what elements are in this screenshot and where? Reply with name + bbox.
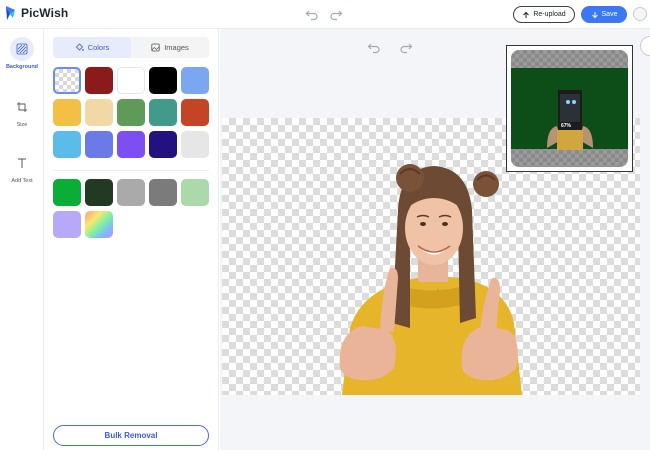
extra-color-swatch-6[interactable] <box>85 211 113 238</box>
extra-color-swatch-5[interactable] <box>53 211 81 238</box>
rail-label-size: Size <box>16 122 28 128</box>
save-button[interactable]: Save <box>581 6 627 23</box>
undo-icon[interactable] <box>305 7 319 21</box>
color-swatch-5[interactable] <box>53 99 81 126</box>
left-rail: Background Size Add Text <box>0 29 44 450</box>
picwish-logo-icon <box>6 6 15 20</box>
tab-images[interactable]: Images <box>131 37 209 58</box>
user-avatar[interactable] <box>633 7 647 21</box>
swatch-divider <box>53 170 209 171</box>
rail-item-background[interactable]: Background <box>0 37 44 70</box>
background-panel: Colors Images Bulk Removal <box>44 29 219 450</box>
panel-collapse-icon[interactable]: ‹ <box>437 287 443 301</box>
color-swatch-7[interactable] <box>117 99 145 126</box>
app-logo[interactable]: PicWish <box>4 5 68 21</box>
tab-colors-label: Colors <box>87 43 110 52</box>
color-swatch-8[interactable] <box>149 99 177 126</box>
bulk-removal-label: Bulk Removal <box>104 431 158 440</box>
background-icon <box>16 43 28 55</box>
extra-color-swatch-4[interactable] <box>181 179 209 206</box>
preview-image: 67% <box>511 50 628 167</box>
bulk-removal-button[interactable]: Bulk Removal <box>53 425 209 446</box>
canvas-redo-icon[interactable] <box>399 40 413 54</box>
color-swatch-10[interactable] <box>53 131 81 158</box>
preview-subject-icon <box>547 90 593 150</box>
reupload-button[interactable]: Re-upload <box>513 6 575 23</box>
rail-item-size[interactable]: Size <box>0 95 44 128</box>
extra-color-swatch-0[interactable] <box>53 179 81 206</box>
color-swatch-9[interactable] <box>181 99 209 126</box>
app-name: PicWish <box>21 6 69 20</box>
extra-color-swatch-2[interactable] <box>117 179 145 206</box>
extra-color-swatch-3[interactable] <box>149 179 177 206</box>
tab-images-label: Images <box>164 43 189 52</box>
rail-item-add-text[interactable]: Add Text <box>0 151 44 184</box>
text-icon <box>18 158 26 168</box>
color-swatch-6[interactable] <box>85 99 113 126</box>
crop-icon <box>17 102 27 112</box>
redo-icon[interactable] <box>329 7 343 21</box>
color-swatch-4[interactable] <box>181 67 209 94</box>
upload-arrow-icon <box>523 11 530 18</box>
preview-progress-text: 67% <box>561 123 572 129</box>
color-swatch-14[interactable] <box>181 131 209 158</box>
color-swatch-12[interactable] <box>117 131 145 158</box>
rail-label-background: Background <box>5 64 39 70</box>
canvas-undo-icon[interactable] <box>367 40 381 54</box>
preview-thumbnail[interactable]: 67% <box>506 45 633 172</box>
image-icon <box>151 43 160 52</box>
top-bar: PicWish Re-upload Save <box>0 0 650 29</box>
color-swatch-11[interactable] <box>85 131 113 158</box>
paint-bucket-icon <box>75 43 84 51</box>
color-swatch-1[interactable] <box>85 67 113 94</box>
color-swatch-2[interactable] <box>117 67 145 94</box>
panel-tabs: Colors Images <box>53 37 209 58</box>
app-root: PicWish Re-upload Save Background Size A… <box>0 0 650 450</box>
save-label: Save <box>601 11 618 18</box>
color-swatch-3[interactable] <box>149 67 177 94</box>
tab-colors[interactable]: Colors <box>53 37 131 58</box>
download-arrow-icon <box>591 11 598 18</box>
color-swatch-13[interactable] <box>149 131 177 158</box>
extra-color-swatch-1[interactable] <box>85 179 113 206</box>
rail-label-add-text: Add Text <box>11 178 33 184</box>
color-swatch-0[interactable] <box>53 67 81 94</box>
reupload-label: Re-upload <box>533 11 566 18</box>
